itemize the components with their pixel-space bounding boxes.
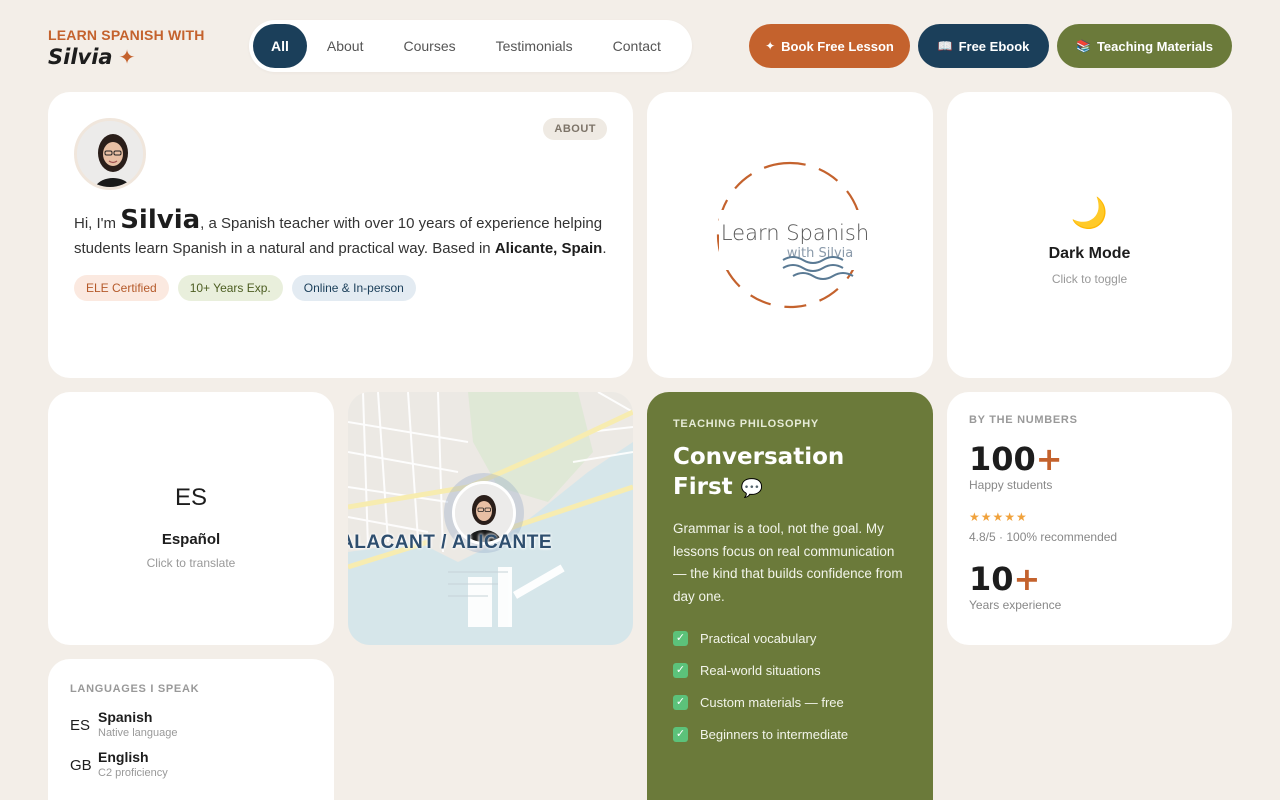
translate-toggle-card[interactable]: ES Español Click to translate [48, 392, 334, 645]
star-rating-icon: ★★★★★ [969, 510, 1028, 524]
brand-tagline: LEARN SPANISH WITH [48, 27, 205, 43]
teaching-materials-label: Teaching Materials [1096, 38, 1214, 54]
nav-courses[interactable]: Courses [383, 24, 475, 68]
map-city-label: ALACANT / ALICANTE [348, 532, 552, 553]
brand-logo[interactable]: LEARN SPANISH WITH Silvia ✦ [48, 27, 205, 69]
avatar [74, 118, 146, 190]
location-map-card[interactable]: ALACANT / ALICANTE [348, 392, 633, 645]
philosophy-body: Grammar is a tool, not the goal. My less… [673, 521, 903, 604]
book-free-lesson-label: Book Free Lesson [781, 38, 894, 54]
philosophy-title-line-1: Conversation [673, 444, 845, 470]
dark-mode-title: Dark Mode [1048, 245, 1131, 262]
list-item-label: Beginners to intermediate [700, 726, 849, 742]
language-item: ES Spanish Native language [70, 709, 312, 739]
rating-text: 4.8/5 · 100% recommended [969, 530, 1118, 544]
list-item: ✓ Real-world situations [673, 654, 907, 686]
chip-certified: ELE Certified [74, 275, 169, 301]
nav-contact[interactable]: Contact [593, 24, 681, 68]
language-item: GB English C2 proficiency [70, 749, 312, 779]
checkbox-icon: ✓ [673, 694, 688, 710]
flag-icon: GB [70, 757, 92, 774]
philosophy-kicker: TEACHING PHILOSOPHY [673, 418, 819, 430]
nav-about[interactable]: About [307, 24, 384, 68]
checkbox-icon: ✓ [673, 726, 688, 742]
free-ebook-button[interactable]: 📖 Free Ebook [918, 24, 1049, 68]
philosophy-title: Conversation First 💬 [673, 442, 907, 504]
teaching-philosophy-card: TEACHING PHILOSOPHY Conversation First 💬… [647, 392, 933, 800]
logo-card: Learn Spanish with Silvia [647, 92, 933, 378]
about-text-2: . [602, 240, 607, 257]
checkbox-icon: ✓ [673, 662, 688, 678]
teaching-materials-button[interactable]: 📚 Teaching Materials [1057, 24, 1232, 68]
years-value: 10 [969, 560, 1014, 598]
moon-icon: 🌙 [1070, 197, 1109, 230]
students-value: 100 [969, 440, 1036, 478]
brand-name-text: Silvia [48, 45, 113, 69]
logo-line-1: Learn Spanish [721, 221, 869, 245]
language-name: Spanish [98, 709, 153, 725]
chip-experience: 10+ Years Exp. [177, 275, 283, 301]
stats-kicker: BY THE NUMBERS [969, 414, 1078, 426]
speech-bubble-icon: 💬 [740, 478, 764, 499]
chip-format: Online & In-person [291, 275, 416, 301]
free-ebook-label: Free Ebook [958, 38, 1030, 54]
language-name: English [98, 749, 149, 765]
avatar-portrait [77, 121, 143, 187]
about-card: ABOUT Hi, I'm Silvia, a Spanish teacher … [48, 92, 633, 378]
dark-mode-toggle-card[interactable]: 🌙 Dark Mode Click to toggle [947, 92, 1232, 378]
learn-spanish-logo: Learn Spanish with Silvia [716, 161, 869, 309]
about-greeting: Hi, I'm [74, 215, 121, 232]
list-item-label: Practical vocabulary [700, 630, 817, 646]
books-icon: 📚 [1075, 39, 1091, 53]
languages-kicker: LANGUAGES I SPEAK [70, 683, 200, 695]
flag-icon: ES [70, 717, 91, 734]
plus-icon: + [1013, 560, 1041, 598]
years-count: 10+ [969, 560, 1210, 598]
nav-testimonials[interactable]: Testimonials [476, 24, 593, 68]
filter-nav: All About Courses Testimonials Contact [249, 20, 692, 72]
students-count: 100+ [969, 440, 1210, 478]
flag-icon: ES [174, 484, 207, 511]
dark-mode-subtitle: Click to toggle [1051, 272, 1128, 286]
list-item: ✓ Custom materials — free [673, 686, 907, 718]
logo-line-2: with Silvia [787, 246, 853, 261]
sparkle-icon: ✦ [118, 45, 136, 69]
translate-title: Español [161, 531, 221, 548]
about-tag: ABOUT [543, 118, 607, 140]
language-level: C2 proficiency [98, 767, 168, 779]
about-name: Silvia [120, 205, 201, 235]
about-description: Hi, I'm Silvia, a Spanish teacher with o… [74, 205, 607, 261]
plus-icon: + [1035, 440, 1063, 478]
language-level: Native language [98, 727, 178, 739]
about-location: Alicante, Spain [494, 240, 603, 257]
list-item-label: Custom materials — free [700, 694, 844, 710]
book-free-lesson-button[interactable]: ✦ Book Free Lesson [749, 24, 910, 68]
brand-name: Silvia ✦ [48, 45, 205, 69]
stats-card: BY THE NUMBERS 100+ Happy students ★★★★★… [947, 392, 1232, 645]
years-label: Years experience [969, 598, 1062, 612]
checkbox-icon: ✓ [673, 630, 688, 646]
list-item: ✓ Beginners to intermediate [673, 718, 907, 750]
about-chips: ELE Certified 10+ Years Exp. Online & In… [74, 275, 607, 301]
philosophy-list: ✓ Practical vocabulary ✓ Real-world situat… [673, 622, 907, 750]
list-item-label: Real-world situations [700, 662, 821, 678]
students-label: Happy students [969, 478, 1053, 492]
list-item: ✓ Practical vocabulary [673, 622, 907, 654]
translate-subtitle: Click to translate [146, 556, 236, 570]
book-icon: 📖 [937, 39, 953, 53]
nav-all[interactable]: All [253, 24, 307, 68]
languages-card: LANGUAGES I SPEAK ES Spanish Native lang… [48, 659, 334, 800]
sparkle-icon: ✦ [765, 39, 776, 53]
philosophy-title-line-2: First [673, 474, 733, 500]
